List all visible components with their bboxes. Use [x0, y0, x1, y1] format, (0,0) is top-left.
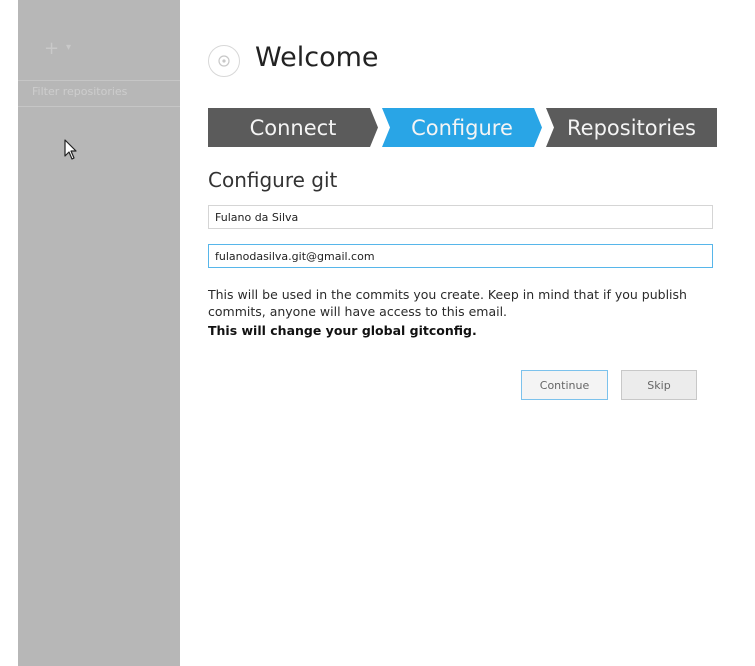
step-configure[interactable]: Configure — [382, 108, 542, 147]
section-title: Configure git — [208, 168, 338, 192]
chevron-down-icon[interactable]: ▾ — [66, 42, 71, 53]
warning-text: This will change your global gitconfig. — [208, 323, 477, 338]
sidebar: + ▾ Filter repositories — [18, 0, 180, 666]
name-field[interactable] — [208, 205, 713, 229]
step-label: Connect — [249, 115, 337, 140]
github-octocat-icon — [208, 45, 240, 77]
step-connect[interactable]: Connect — [208, 108, 378, 147]
help-text: This will be used in the commits you cre… — [208, 287, 687, 319]
sidebar-divider — [18, 80, 180, 81]
step-label: Repositories — [567, 115, 696, 140]
mouse-cursor-icon — [64, 139, 77, 160]
page-title: Welcome — [255, 42, 379, 73]
skip-button[interactable]: Skip — [621, 370, 697, 400]
sidebar-divider — [18, 106, 180, 107]
filter-repositories-input[interactable]: Filter repositories — [32, 85, 127, 98]
window-edge — [0, 0, 18, 666]
step-repositories[interactable]: Repositories — [546, 108, 717, 147]
email-field[interactable] — [208, 244, 713, 268]
welcome-panel: Welcome Connect Configure Repositories C… — [180, 0, 755, 666]
add-repository-button[interactable]: + — [44, 40, 59, 58]
continue-button[interactable]: Continue — [521, 370, 608, 400]
step-label: Configure — [411, 115, 513, 140]
setup-steps: Connect Configure Repositories — [208, 108, 717, 147]
